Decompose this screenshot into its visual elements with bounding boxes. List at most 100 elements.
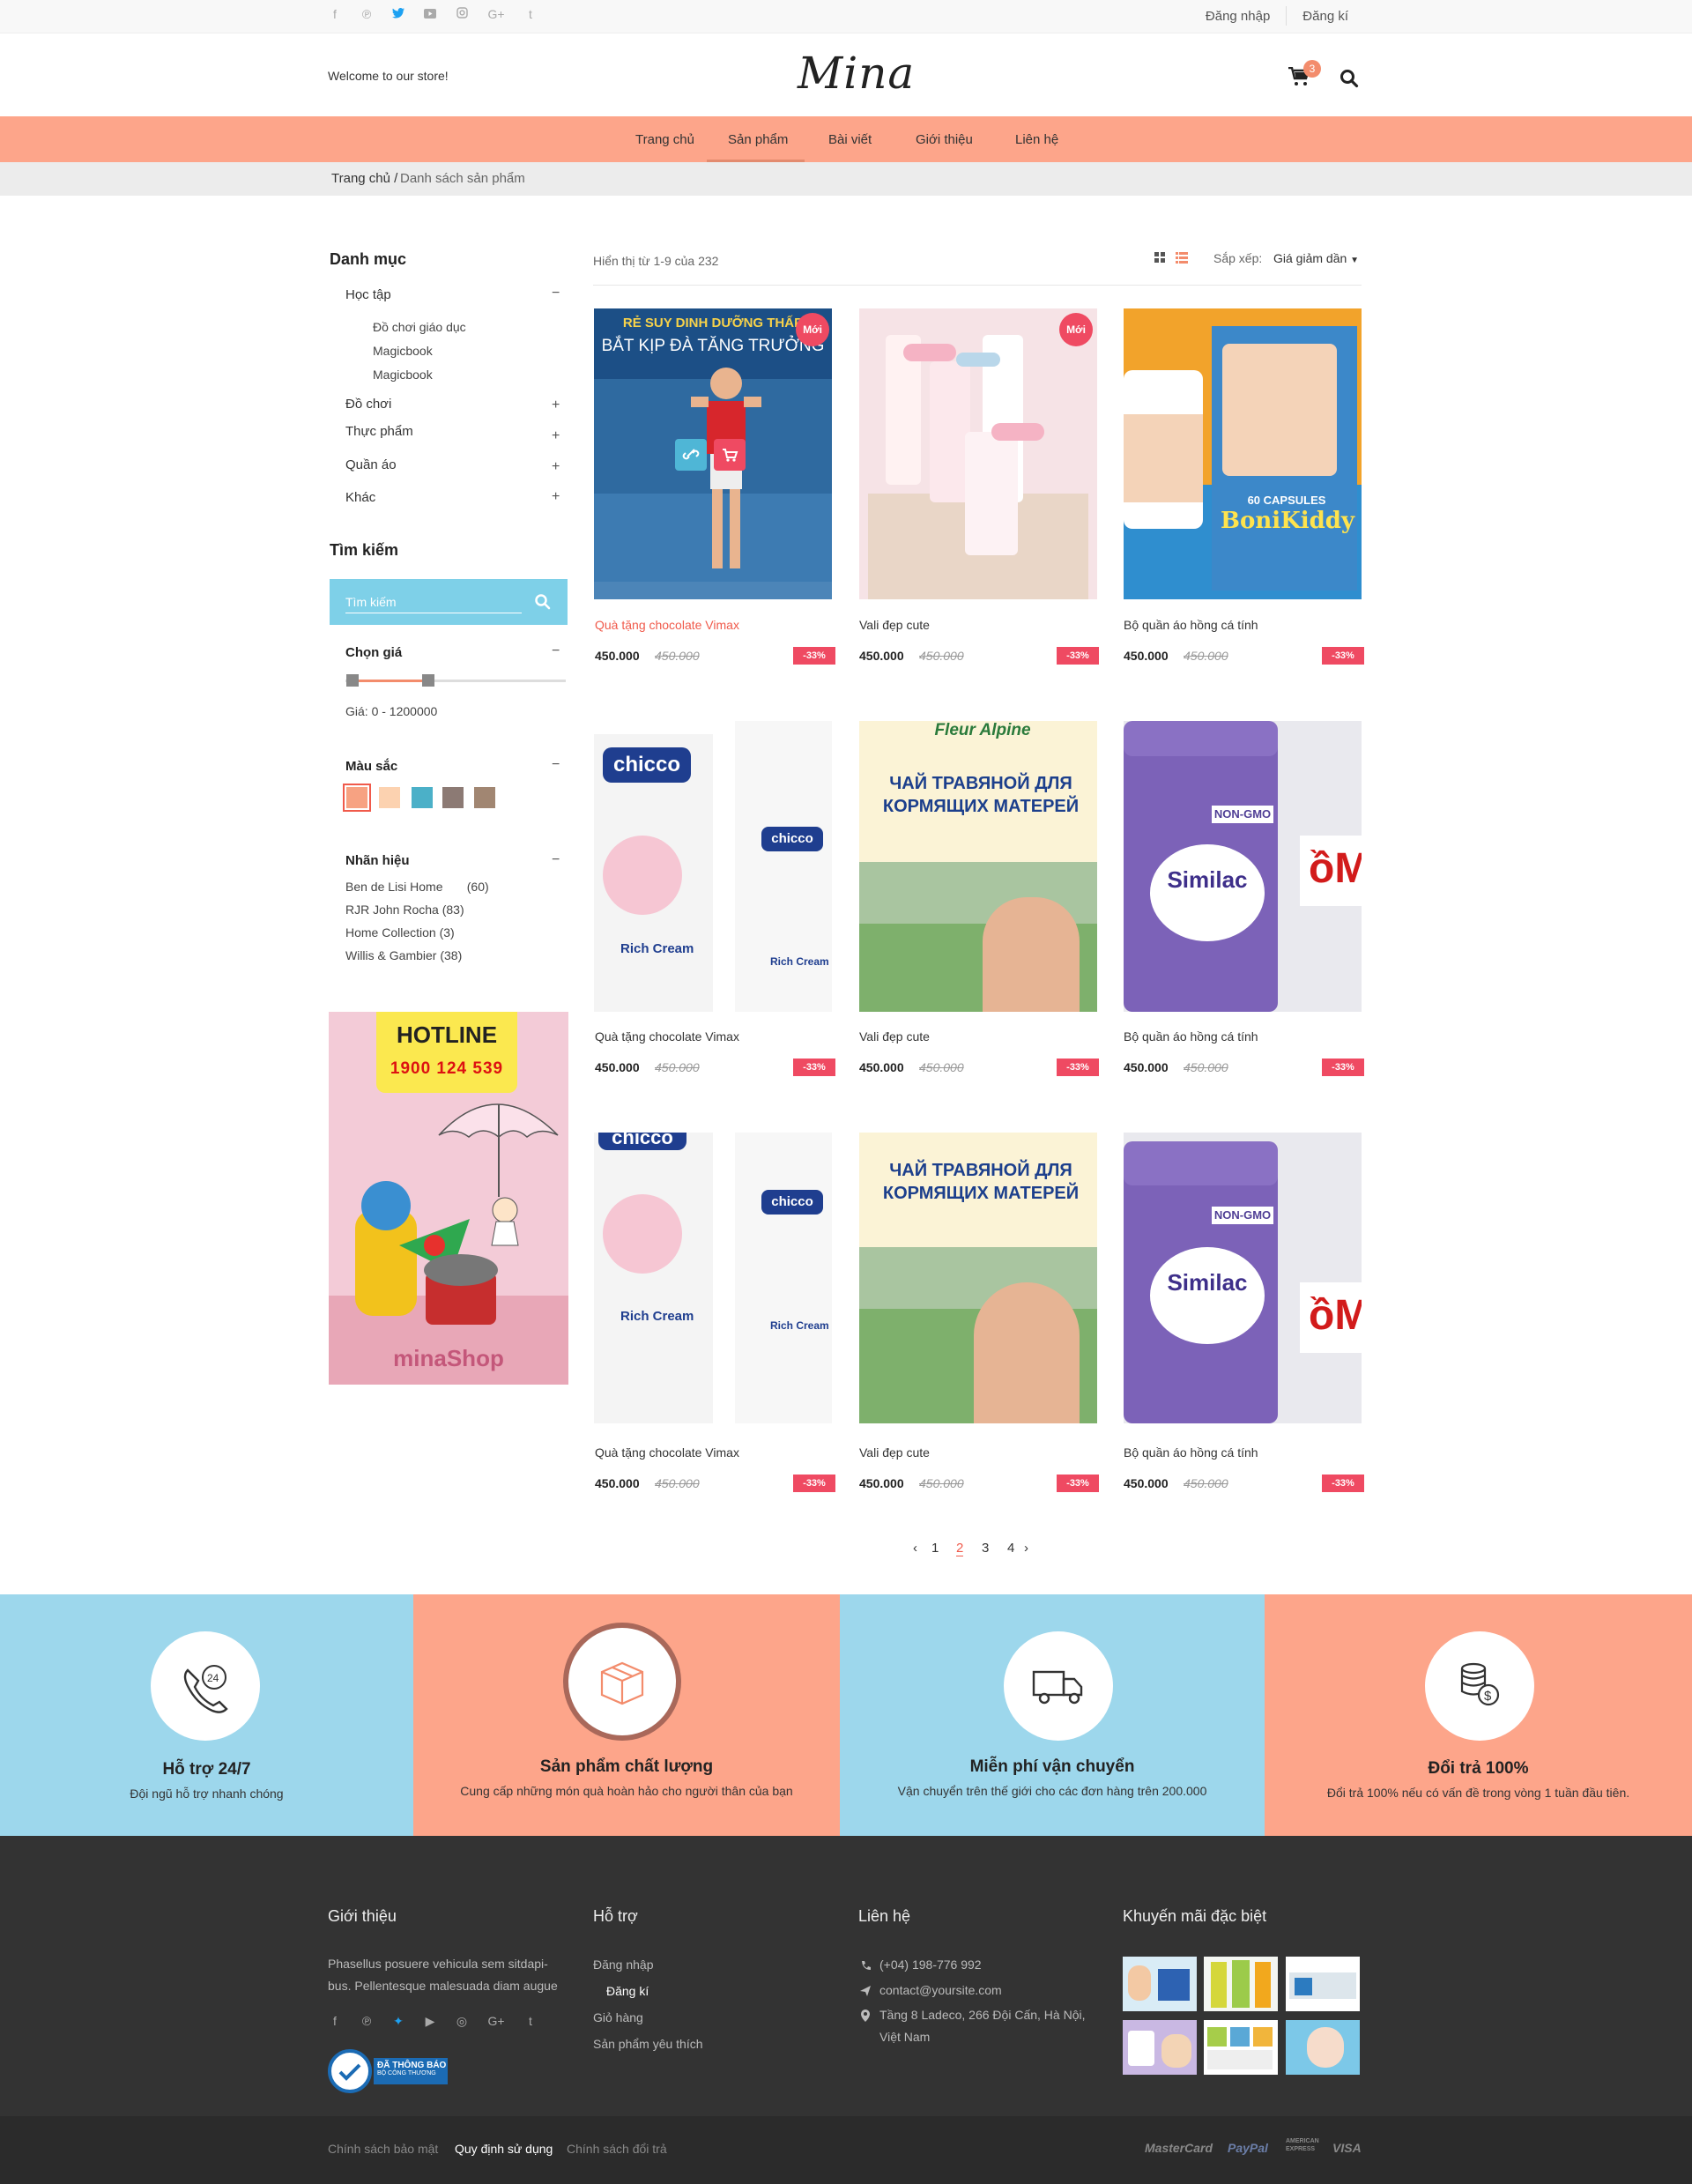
sort-select[interactable]: Giá giảm dần ▼ <box>1273 251 1359 265</box>
hotline-phone[interactable]: 1900 124 539 <box>376 1059 517 1079</box>
pagination-page[interactable]: 4 <box>1007 1541 1014 1556</box>
register-link[interactable]: Đăng kí <box>1302 9 1348 26</box>
product-name[interactable]: Quà tặng chocolate Vimax <box>595 1029 739 1044</box>
product-name[interactable]: Vali đẹp cute <box>859 1029 930 1044</box>
footer-link[interactable]: Đăng nhập <box>593 1957 654 1972</box>
promo-thumbnail[interactable] <box>1123 2020 1197 2075</box>
promo-thumbnail[interactable] <box>1286 1957 1360 2011</box>
brand-item[interactable]: Willis & Gambier (38) <box>345 948 462 962</box>
subcategory-item[interactable]: Magicbook <box>373 344 433 358</box>
category-item[interactable]: Khác <box>345 490 375 505</box>
brand-item[interactable]: Ben de Lisi Home (60) <box>345 880 489 894</box>
collapse-toggle[interactable]: − <box>552 757 560 773</box>
product-image[interactable]: ồM NON-GMO Similac <box>1124 721 1362 1012</box>
product-name[interactable]: Bộ quần áo hồng cá tính <box>1124 618 1258 632</box>
category-item[interactable]: Học tập <box>345 287 391 302</box>
google-plus-icon[interactable]: G+ <box>486 7 506 21</box>
breadcrumb-home[interactable]: Trang chủ / <box>331 171 397 186</box>
expand-toggle[interactable]: + <box>552 459 560 475</box>
add-to-cart-icon[interactable] <box>714 439 746 471</box>
product-name[interactable]: Quà tặng chocolate Vimax <box>595 618 739 632</box>
grid-view-icon[interactable] <box>1154 252 1166 268</box>
collapse-toggle[interactable]: − <box>552 852 560 868</box>
product-image[interactable]: ồM NON-GMO Similac <box>1124 1133 1362 1423</box>
pagination-page-active[interactable]: 2 <box>956 1541 964 1556</box>
color-swatch[interactable] <box>379 787 400 808</box>
product-name[interactable]: Bộ quần áo hồng cá tính <box>1124 1029 1258 1044</box>
expand-toggle[interactable]: + <box>552 428 560 444</box>
twitter-icon[interactable]: ✦ <box>391 2014 405 2028</box>
product-name[interactable]: Quà tặng chocolate Vimax <box>595 1445 739 1460</box>
pagination-prev[interactable]: ‹ <box>913 1541 917 1556</box>
twitter-icon[interactable] <box>391 7 405 21</box>
nav-item-contact[interactable]: Liên hệ <box>1015 132 1058 147</box>
search-icon[interactable] <box>1340 69 1359 93</box>
color-swatch[interactable] <box>412 787 433 808</box>
policy-link[interactable]: Quy định sử dụng <box>455 2142 553 2156</box>
product-image[interactable]: ЧАЙ ТРАВЯНОЙ ДЛЯ КОРМЯЩИХ МАТЕРЕЙ <box>859 1133 1097 1423</box>
list-view-icon[interactable] <box>1176 252 1188 268</box>
pagination-next[interactable]: › <box>1024 1541 1028 1556</box>
tumblr-icon[interactable]: t <box>523 7 538 21</box>
price-slider-max-handle[interactable] <box>422 674 434 687</box>
brand-item[interactable]: Home Collection (3) <box>345 925 455 940</box>
nav-item-products[interactable]: Sản phẩm <box>728 132 788 147</box>
product-image[interactable]: 60 CAPSULES BoniKiddy <box>1124 308 1362 599</box>
color-swatch[interactable] <box>474 787 495 808</box>
contact-phone[interactable]: (+04) 198-776 992 <box>879 1957 982 1972</box>
nav-item-blog[interactable]: Bài viết <box>828 132 872 147</box>
color-swatch[interactable] <box>343 784 371 812</box>
nav-item-about[interactable]: Giới thiệu <box>916 132 973 147</box>
product-name[interactable]: Vali đẹp cute <box>859 618 930 632</box>
policy-link[interactable]: Chính sách bảo mật <box>328 2142 438 2156</box>
youtube-icon[interactable]: ▶ <box>423 2014 437 2028</box>
promo-thumbnail[interactable] <box>1286 2020 1360 2075</box>
instagram-icon[interactable] <box>455 7 469 21</box>
collapse-toggle[interactable]: − <box>552 286 560 301</box>
google-plus-icon[interactable]: G+ <box>486 2014 506 2028</box>
product-name[interactable]: Vali đẹp cute <box>859 1445 930 1460</box>
product-image[interactable] <box>859 308 1097 599</box>
collapse-toggle[interactable]: − <box>552 643 560 659</box>
pagination-page[interactable]: 3 <box>982 1541 989 1556</box>
brand-item[interactable]: RJR John Rocha (83) <box>345 903 464 917</box>
footer-link[interactable]: Đăng kí <box>606 1984 649 1998</box>
nav-item-home[interactable]: Trang chủ <box>635 132 694 147</box>
promo-thumbnail[interactable] <box>1123 1957 1197 2011</box>
logo[interactable]: Mina <box>798 48 915 99</box>
product-image[interactable]: Fleur Alpine ЧАЙ ТРАВЯНОЙ ДЛЯ КОРМЯЩИХ М… <box>859 721 1097 1012</box>
pinterest-icon[interactable]: ℗ <box>360 7 374 21</box>
search-input[interactable]: Tìm kiếm <box>345 595 397 609</box>
pagination-page[interactable]: 1 <box>931 1541 939 1556</box>
contact-email[interactable]: contact@yoursite.com <box>879 1983 1002 1997</box>
expand-toggle[interactable]: + <box>552 397 560 413</box>
product-image[interactable]: chicco chicco Rich Cream Rich Cream <box>594 1133 832 1423</box>
search-icon[interactable] <box>534 593 552 615</box>
subcategory-item[interactable]: Đồ chơi giáo dục <box>373 320 466 334</box>
footer-link[interactable]: Sản phẩm yêu thích <box>593 2037 703 2051</box>
facebook-icon[interactable]: f <box>328 2014 342 2028</box>
subcategory-item[interactable]: Magicbook <box>373 368 433 382</box>
pinterest-icon[interactable]: ℗ <box>360 2014 374 2028</box>
category-item[interactable]: Đồ chơi <box>345 397 391 412</box>
product-name[interactable]: Bộ quần áo hồng cá tính <box>1124 1445 1258 1460</box>
facebook-icon[interactable]: f <box>328 7 342 21</box>
category-item[interactable]: Thực phẩm <box>345 424 413 439</box>
youtube-icon[interactable] <box>423 7 437 21</box>
instagram-icon[interactable]: ◎ <box>455 2014 469 2028</box>
promo-thumbnail[interactable] <box>1204 2020 1278 2075</box>
certification-badge[interactable]: ĐÃ THÔNG BÁO BỘ CÔNG THƯƠNG <box>328 2047 448 2093</box>
product-image[interactable]: RẺ SUY DINH DƯỠNG THẤP BẮT KỊP ĐÀ TĂNG T… <box>594 308 832 599</box>
policy-link[interactable]: Chính sách đổi trả <box>567 2142 667 2156</box>
product-image[interactable]: chicco chicco Rich Cream Rich Cream <box>594 721 832 1012</box>
expand-toggle[interactable]: + <box>552 489 560 505</box>
color-swatch[interactable] <box>442 787 464 808</box>
footer-link[interactable]: Giỏ hàng <box>593 2010 643 2024</box>
login-link[interactable]: Đăng nhập <box>1206 9 1270 26</box>
link-icon[interactable] <box>675 439 707 471</box>
tumblr-icon[interactable]: t <box>523 2014 538 2028</box>
hotline-banner[interactable]: HOTLINE 1900 124 539 minaShop <box>329 1012 568 1385</box>
category-item[interactable]: Quần áo <box>345 457 397 472</box>
price-slider-min-handle[interactable] <box>346 674 359 687</box>
promo-thumbnail[interactable] <box>1204 1957 1278 2011</box>
